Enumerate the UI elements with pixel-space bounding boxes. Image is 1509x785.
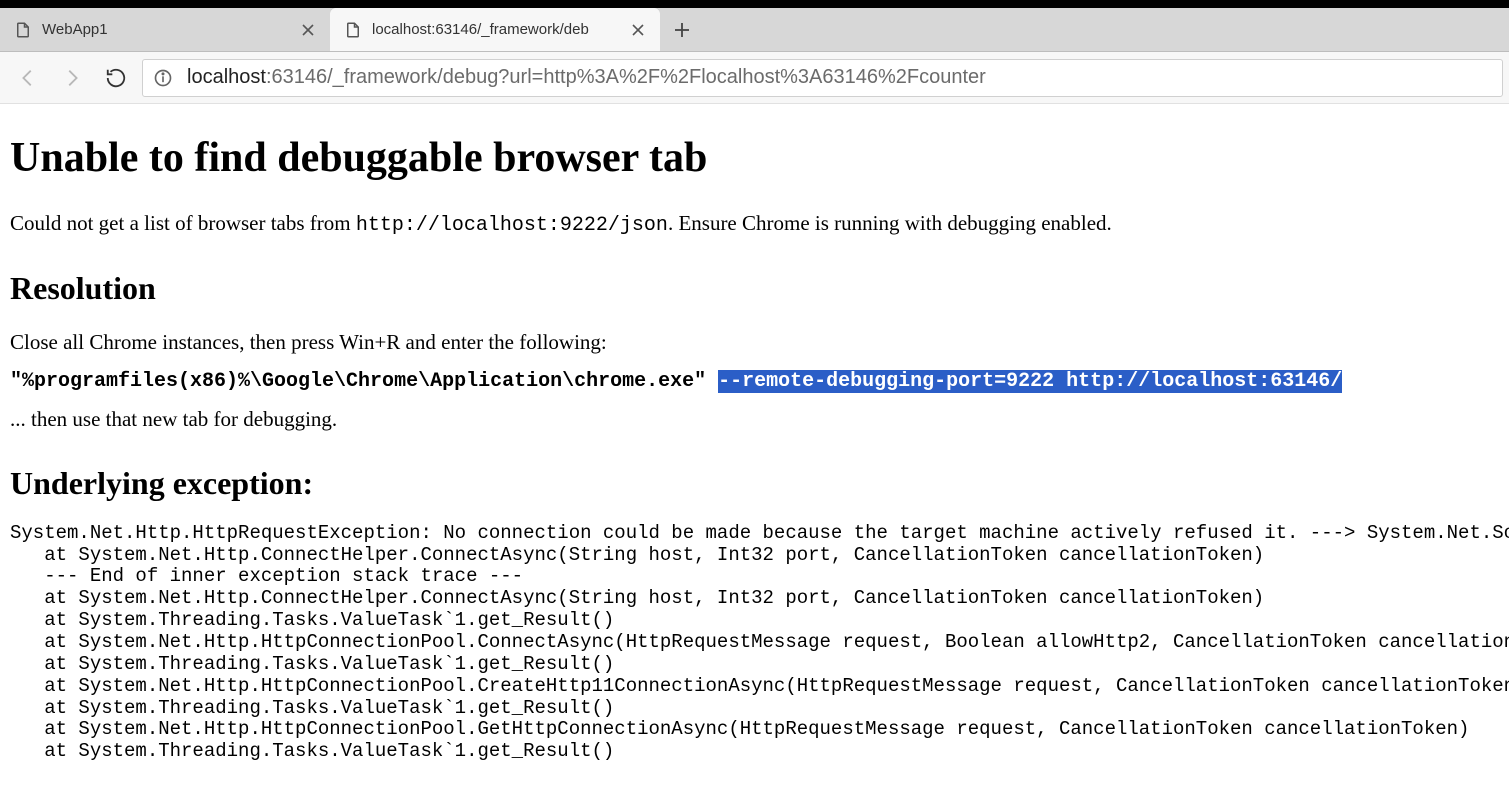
tab-localhost-debug[interactable]: localhost:63146/_framework/deb bbox=[330, 8, 660, 51]
address-bar: localhost:63146/_framework/debug?url=htt… bbox=[0, 52, 1509, 104]
resolution-suffix: ... then use that new tab for debugging. bbox=[10, 405, 1499, 433]
intro-suffix: . Ensure Chrome is running with debuggin… bbox=[668, 211, 1112, 235]
intro-url-code: http://localhost:9222/json bbox=[356, 214, 668, 237]
intro-prefix: Could not get a list of browser tabs fro… bbox=[10, 211, 356, 235]
stack-trace: System.Net.Http.HttpRequestException: No… bbox=[10, 523, 1499, 763]
page-icon bbox=[344, 21, 362, 39]
page-title: Unable to find debuggable browser tab bbox=[10, 130, 1499, 187]
site-info-icon[interactable] bbox=[153, 68, 173, 88]
command-plain: "%programfiles(x86)%\Google\Chrome\Appli… bbox=[10, 370, 718, 393]
exception-heading: Underlying exception: bbox=[10, 462, 1499, 505]
intro-paragraph: Could not get a list of browser tabs fro… bbox=[10, 209, 1499, 239]
new-tab-button[interactable] bbox=[664, 12, 700, 48]
tab-label: localhost:63146/_framework/deb bbox=[372, 21, 618, 38]
url-text: localhost:63146/_framework/debug?url=htt… bbox=[187, 66, 986, 89]
forward-button[interactable] bbox=[50, 56, 94, 100]
resolution-heading: Resolution bbox=[10, 267, 1499, 310]
tab-webapp1[interactable]: WebApp1 bbox=[0, 8, 330, 51]
page-icon bbox=[14, 21, 32, 39]
refresh-button[interactable] bbox=[94, 56, 138, 100]
back-button[interactable] bbox=[6, 56, 50, 100]
url-rest: :63146/_framework/debug?url=http%3A%2F%2… bbox=[266, 66, 986, 88]
url-host: localhost bbox=[187, 66, 266, 88]
page-content: Unable to find debuggable browser tab Co… bbox=[0, 104, 1509, 763]
command-selected: --remote-debugging-port=9222 http://loca… bbox=[718, 370, 1342, 393]
resolution-instruction: Close all Chrome instances, then press W… bbox=[10, 328, 1499, 356]
close-icon[interactable] bbox=[298, 20, 318, 40]
command-line[interactable]: "%programfiles(x86)%\Google\Chrome\Appli… bbox=[10, 368, 1499, 395]
tab-label: WebApp1 bbox=[42, 21, 288, 38]
close-icon[interactable] bbox=[628, 20, 648, 40]
address-field[interactable]: localhost:63146/_framework/debug?url=htt… bbox=[142, 59, 1503, 97]
window-top-strip bbox=[0, 0, 1509, 8]
tab-bar: WebApp1 localhost:63146/_framework/deb bbox=[0, 8, 1509, 52]
